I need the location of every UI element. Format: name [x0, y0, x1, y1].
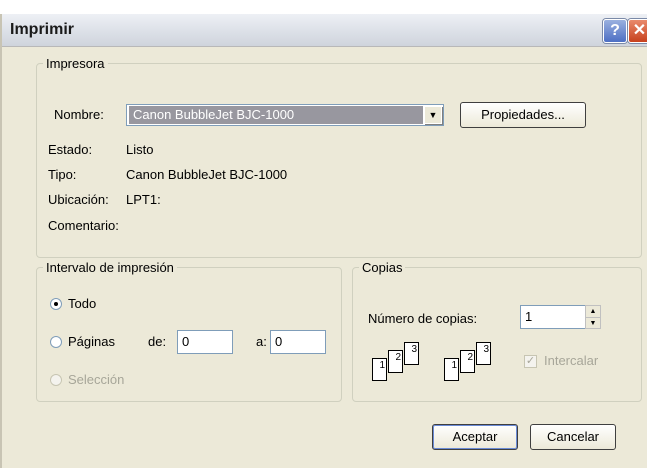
collate-label: Intercalar — [544, 353, 599, 368]
dropdown-arrow-icon[interactable]: ▼ — [424, 106, 442, 124]
page-icon-2: 2 — [460, 350, 475, 373]
type-value: Canon BubbleJet BJC-1000 — [126, 167, 288, 182]
help-icon: ? — [610, 22, 620, 39]
close-button[interactable]: ✕ — [628, 19, 647, 43]
dialog-title: Imprimir — [10, 21, 75, 38]
page-icon-3: 3 — [476, 342, 491, 365]
page-icon-3: 3 — [404, 342, 419, 365]
copies-count-label: Número de copias: — [368, 311, 478, 326]
spin-up-icon[interactable]: ▲ — [586, 306, 600, 318]
page-icon-1: 1 — [372, 358, 387, 381]
copies-group: Copias — [352, 260, 642, 402]
cancel-button[interactable]: Cancelar — [530, 424, 616, 450]
printer-name-label: Nombre: — [54, 107, 104, 122]
collate-checkbox[interactable]: ✓ — [524, 355, 537, 368]
page-icon-1: 1 — [444, 358, 459, 381]
range-pages-label[interactable]: Páginas — [68, 334, 115, 349]
range-all-label[interactable]: Todo — [68, 296, 96, 311]
status-value: Listo — [126, 142, 154, 157]
print-dialog: Imprimir ? ✕ Impresora Nombre: Canon Bub… — [0, 14, 647, 468]
title-bar: Imprimir ? ✕ — [2, 14, 647, 47]
location-label: Ubicación: — [48, 192, 109, 207]
range-selection-radio[interactable] — [50, 374, 62, 386]
type-label: Tipo: — [48, 167, 77, 182]
status-label: Estado: — [48, 142, 93, 157]
to-label: a: — [256, 334, 267, 349]
page-icon-2: 2 — [388, 350, 403, 373]
ok-button[interactable]: Aceptar — [432, 424, 518, 450]
printer-group: Impresora — [36, 56, 642, 258]
range-pages-radio[interactable] — [50, 336, 62, 348]
copies-spinner[interactable]: ▲ ▼ — [585, 305, 601, 329]
spin-down-icon[interactable]: ▼ — [586, 318, 600, 329]
range-selection-label: Selección — [68, 372, 125, 387]
to-page-input[interactable]: 0 — [270, 330, 326, 354]
print-range-group-label: Intervalo de impresión — [46, 260, 174, 275]
location-value: LPT1: — [126, 192, 161, 207]
from-label: de: — [148, 334, 167, 349]
from-page-input[interactable]: 0 — [177, 330, 233, 354]
properties-button[interactable]: Propiedades... — [460, 102, 586, 128]
printer-name-value: Canon BubbleJet BJC-1000 — [129, 106, 423, 124]
help-button[interactable]: ? — [603, 19, 627, 43]
copies-count-input[interactable]: 1 — [520, 305, 586, 329]
comment-label: Comentario: — [48, 218, 119, 233]
copies-group-label: Copias — [362, 260, 403, 275]
range-all-radio[interactable] — [50, 298, 62, 310]
printer-group-label: Impresora — [46, 56, 105, 71]
printer-name-select[interactable]: Canon BubbleJet BJC-1000 ▼ — [126, 104, 444, 126]
close-icon: ✕ — [632, 22, 647, 39]
